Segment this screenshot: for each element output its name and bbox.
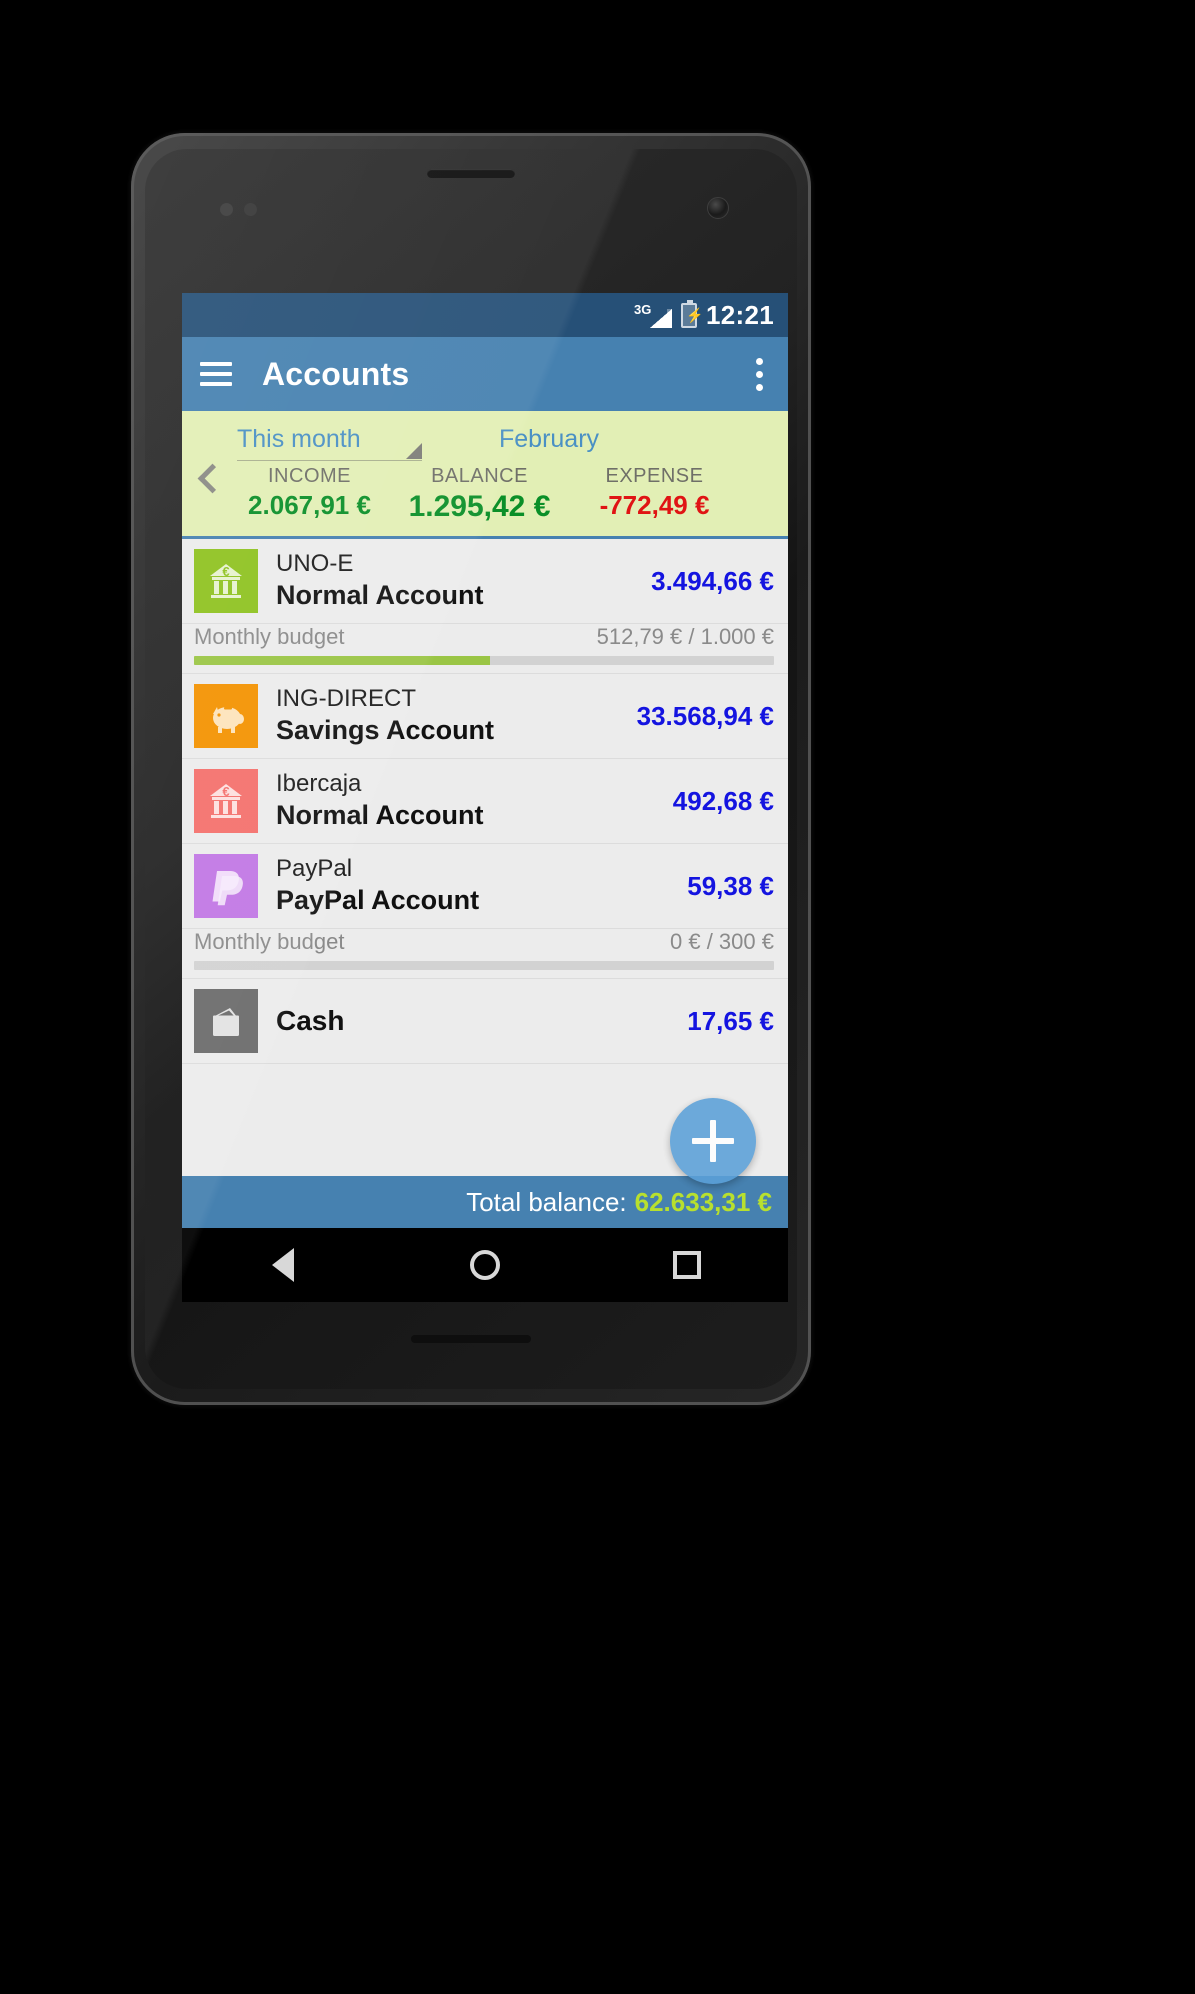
budget-row-uno-e: Monthly budget 512,79 € / 1.000 € <box>182 624 788 674</box>
nav-home-button[interactable] <box>445 1228 525 1302</box>
account-balance: 17,65 € <box>687 1005 774 1036</box>
account-balance: 3.494,66 € <box>651 565 774 596</box>
earpiece-speaker <box>427 169 515 178</box>
account-text: Ibercaja Normal Account <box>276 769 663 831</box>
wallet-icon <box>194 989 258 1053</box>
hamburger-menu-icon[interactable] <box>200 362 232 386</box>
account-balance: 59,38 € <box>687 870 774 901</box>
account-bank-name: UNO-E <box>276 549 354 577</box>
account-row-uno-e[interactable]: € UNO-E Normal Account 3.494,66 € <box>182 539 788 624</box>
account-row-ing-direct[interactable]: ING-DIRECT Savings Account 33.568,94 € <box>182 674 788 759</box>
month-label: February <box>499 425 600 453</box>
back-triangle-icon <box>272 1248 294 1282</box>
phone-device-frame: 3G ⚡ 12:21 Accounts This month February … <box>131 133 811 1405</box>
account-balance: 492,68 € <box>672 785 774 816</box>
android-navigation-bar <box>182 1228 788 1302</box>
plus-icon <box>692 1120 734 1162</box>
account-balance: 33.568,94 € <box>636 700 774 731</box>
account-row-paypal[interactable]: PayPal PayPal Account 59,38 € <box>182 844 788 929</box>
dropdown-caret-icon <box>406 443 422 459</box>
budget-progress-bar <box>194 961 774 970</box>
status-bar-clock: 12:21 <box>706 299 774 330</box>
account-bank-name: PayPal <box>276 854 353 882</box>
budget-label: Monthly budget <box>194 929 345 954</box>
account-bank-name: ING-DIRECT <box>276 684 416 712</box>
total-balance-label: Total balance: <box>466 1186 627 1217</box>
metric-expense: EXPENSE -772,49 € <box>562 465 747 524</box>
page-title: Accounts <box>262 355 410 392</box>
chevron-left-icon[interactable] <box>194 465 220 491</box>
total-balance-value: 62.633,31 € <box>634 1186 772 1217</box>
svg-text:€: € <box>222 784 229 799</box>
period-summary-panel: This month February INCOME 2.067,91 € BA… <box>182 411 788 539</box>
light-sensor-icon <box>244 203 257 216</box>
account-text: Cash <box>276 1005 677 1037</box>
phone-bezel: 3G ⚡ 12:21 Accounts This month February … <box>145 149 797 1389</box>
app-bar: Accounts <box>182 337 788 411</box>
account-row-cash[interactable]: Cash 17,65 € <box>182 979 788 1064</box>
metric-expense-label: EXPENSE <box>605 465 704 487</box>
status-bar: 3G ⚡ 12:21 <box>182 293 788 337</box>
total-balance-bar: Total balance: 62.633,31 € <box>182 1176 788 1228</box>
metric-balance-value: 1.295,42 € <box>408 490 551 523</box>
period-underline <box>237 443 422 461</box>
signal-bars-icon <box>650 309 672 328</box>
account-text: UNO-E Normal Account <box>276 549 641 611</box>
budget-value: 512,79 € / 1.000 € <box>596 624 774 649</box>
proximity-sensor-icon <box>220 203 233 216</box>
network-type-label: 3G <box>634 302 652 317</box>
account-type: Savings Account <box>276 714 495 745</box>
home-circle-icon <box>470 1250 500 1280</box>
period-dropdown[interactable]: This month <box>237 425 422 461</box>
budget-value: 0 € / 300 € <box>670 929 774 954</box>
metrics-row: INCOME 2.067,91 € BALANCE 1.295,42 € EXP… <box>182 461 788 524</box>
charging-bolt-icon: ⚡ <box>686 306 704 323</box>
budget-progress-bar <box>194 656 774 665</box>
signal-strength-icon: 3G <box>634 302 672 328</box>
account-text: PayPal PayPal Account <box>276 854 677 916</box>
metric-balance-label: BALANCE <box>431 465 528 487</box>
metric-income-label: INCOME <box>268 465 351 487</box>
bank-euro-icon: € <box>194 549 258 613</box>
svg-text:€: € <box>222 564 229 579</box>
account-type: Normal Account <box>276 799 484 830</box>
metric-expense-value: -772,49 € <box>599 490 710 520</box>
nav-back-button[interactable] <box>243 1228 323 1302</box>
overflow-menu-icon[interactable] <box>746 352 774 397</box>
account-type: Normal Account <box>276 579 484 610</box>
account-row-ibercaja[interactable]: € Ibercaja Normal Account 492,68 € <box>182 759 788 844</box>
metric-balance: BALANCE 1.295,42 € <box>397 465 562 524</box>
recents-square-icon <box>673 1251 701 1279</box>
budget-label: Monthly budget <box>194 624 345 649</box>
add-account-fab-button[interactable] <box>670 1098 756 1184</box>
budget-progress-fill <box>194 656 490 665</box>
paypal-icon <box>194 854 258 918</box>
battery-charging-icon: ⚡ <box>681 299 703 328</box>
budget-row-paypal: Monthly budget 0 € / 300 € <box>182 929 788 979</box>
accounts-list: € UNO-E Normal Account 3.494,66 € Monthl… <box>182 539 788 1064</box>
nav-recents-button[interactable] <box>647 1228 727 1302</box>
phone-screen: 3G ⚡ 12:21 Accounts This month February … <box>182 293 788 1302</box>
account-type: PayPal Account <box>276 884 480 915</box>
account-bank-name: Ibercaja <box>276 769 362 797</box>
front-camera-icon <box>707 197 729 219</box>
piggy-bank-icon <box>194 684 258 748</box>
account-type: Cash <box>276 1005 345 1036</box>
period-selected-value: This month <box>237 425 361 453</box>
metric-income: INCOME 2.067,91 € <box>222 465 397 524</box>
metric-income-value: 2.067,91 € <box>248 490 371 520</box>
bank-euro-icon: € <box>194 769 258 833</box>
period-row: This month February <box>182 411 788 461</box>
account-text: ING-DIRECT Savings Account <box>276 684 627 746</box>
bottom-speaker-grill <box>411 1335 531 1343</box>
